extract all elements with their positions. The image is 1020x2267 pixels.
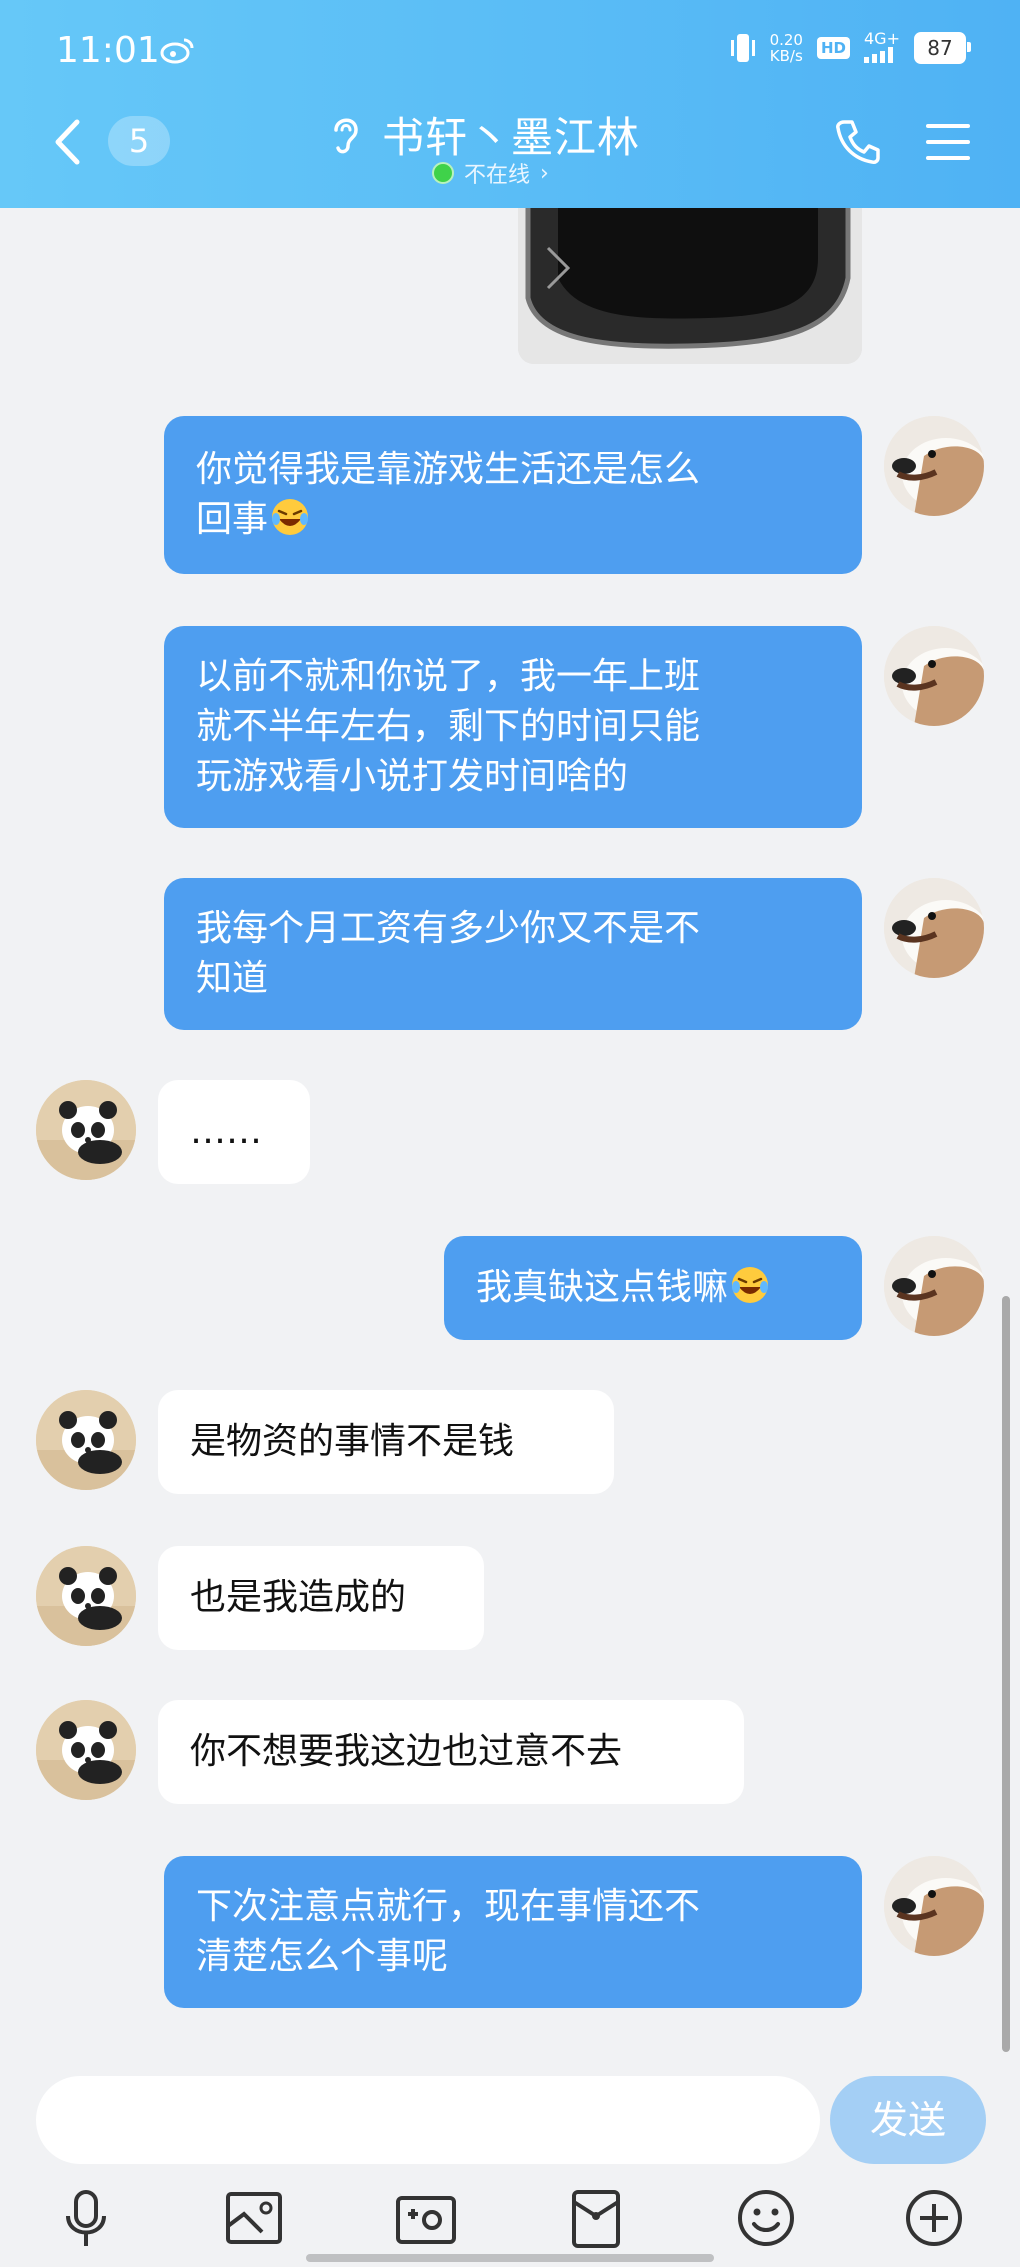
back-arrow-icon[interactable] <box>52 118 82 166</box>
message-text: 你觉得我是靠游戏生活还是怎么 回事 <box>196 449 701 540</box>
presence-label: 不在线 <box>464 163 531 188</box>
chat-header: 11:01 0.20 KB/s HD 4G+ 87 5 书轩丶墨江林 不在线 › <box>0 0 1020 208</box>
microphone-icon[interactable] <box>54 2186 118 2250</box>
signal-bars-icon <box>864 46 893 63</box>
home-indicator[interactable] <box>306 2254 714 2262</box>
laugh-cry-emoji-icon <box>732 1267 769 1303</box>
scrollbar[interactable] <box>1002 1296 1010 2052</box>
message-bubble[interactable]: 也是我造成的 <box>158 1546 484 1650</box>
chevron-right-icon: › <box>540 160 549 186</box>
presence-dot <box>432 162 454 184</box>
message-text: 我每个月工资有多少你又不是不 知道 <box>196 908 701 999</box>
message-bubble[interactable]: 你不想要我这边也过意不去 <box>158 1700 744 1804</box>
contact-name[interactable]: 书轩丶墨江林 <box>382 104 640 165</box>
phone-icon[interactable] <box>832 116 884 168</box>
message-bubble[interactable]: 我每个月工资有多少你又不是不 知道 <box>164 878 862 1030</box>
message-text: …… <box>190 1111 262 1152</box>
my-avatar[interactable] <box>884 1856 984 1956</box>
message-bubble[interactable]: …… <box>158 1080 310 1184</box>
message-text: 以前不就和你说了，我一年上班 就不半年左右，剩下的时间只能 玩游戏看小说打发时间… <box>196 656 701 797</box>
plus-icon[interactable] <box>902 2186 966 2250</box>
message-bubble[interactable]: 下次注意点就行，现在事情还不 清楚怎么个事呢 <box>164 1856 862 2008</box>
red-packet-icon[interactable] <box>564 2186 628 2250</box>
presence-status[interactable]: 不在线 › <box>432 157 549 189</box>
ear-icon[interactable] <box>328 112 362 156</box>
camera-icon[interactable] <box>394 2186 458 2250</box>
send-button[interactable]: 发送 <box>830 2076 986 2164</box>
my-avatar[interactable] <box>884 626 984 726</box>
net-speed: 0.20 KB/s <box>769 31 803 65</box>
contact-avatar[interactable] <box>36 1390 136 1490</box>
emoji-icon[interactable] <box>734 2186 798 2250</box>
input-bar: 发送 <box>0 2058 1020 2267</box>
my-avatar[interactable] <box>884 416 984 516</box>
image-icon[interactable] <box>222 2186 286 2250</box>
message-input[interactable] <box>36 2076 820 2164</box>
message-bubble[interactable]: 以前不就和你说了，我一年上班 就不半年左右，剩下的时间只能 玩游戏看小说打发时间… <box>164 626 862 828</box>
my-avatar[interactable] <box>884 878 984 978</box>
sent-image[interactable] <box>518 208 862 364</box>
message-text: 你不想要我这边也过意不去 <box>190 1731 623 1772</box>
laugh-cry-emoji-icon <box>272 499 309 535</box>
message-text: 我真缺这点钱嘛 <box>476 1263 770 1313</box>
menu-icon[interactable] <box>924 120 972 164</box>
message-bubble[interactable]: 是物资的事情不是钱 <box>158 1390 614 1494</box>
message-text: 下次注意点就行，现在事情还不 清楚怎么个事呢 <box>196 1886 701 1977</box>
meme-image <box>518 208 862 364</box>
weibo-icon <box>160 38 194 64</box>
status-time: 11:01 <box>56 30 160 71</box>
message-text: 也是我造成的 <box>190 1577 407 1618</box>
battery-indicator: 87 <box>914 32 971 64</box>
message-bubble[interactable]: 我真缺这点钱嘛 <box>444 1236 862 1340</box>
status-indicators: 0.20 KB/s HD 4G+ 87 <box>730 30 971 66</box>
contact-avatar[interactable] <box>36 1080 136 1180</box>
vibrate-icon <box>730 34 755 62</box>
contact-avatar[interactable] <box>36 1546 136 1646</box>
message-bubble[interactable]: 你觉得我是靠游戏生活还是怎么 回事 <box>164 416 862 574</box>
contact-avatar[interactable] <box>36 1700 136 1800</box>
unread-count-badge[interactable]: 5 <box>108 116 170 166</box>
message-text: 是物资的事情不是钱 <box>190 1421 515 1462</box>
my-avatar[interactable] <box>884 1236 984 1336</box>
signal-indicator: 4G+ <box>864 30 900 66</box>
hd-badge: HD <box>816 37 850 59</box>
